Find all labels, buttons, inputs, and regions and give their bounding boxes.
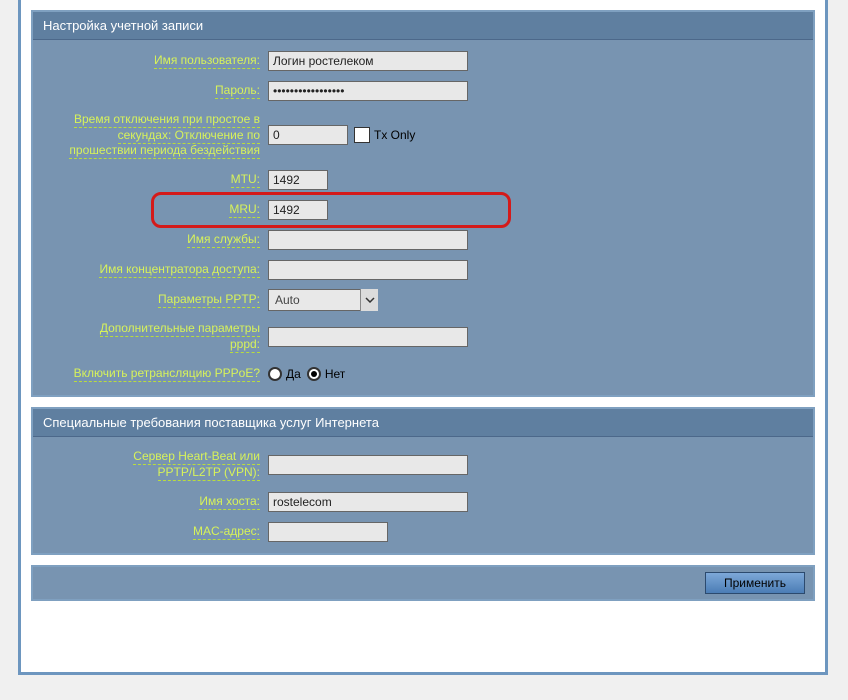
row-relay: Включить ретрансляцию PPPoE? Да Нет xyxy=(33,359,813,389)
concentrator-label: Имя концентратора доступа: xyxy=(43,260,268,280)
password-label: Пароль: xyxy=(43,81,268,101)
account-settings-header: Настройка учетной записи xyxy=(33,12,813,40)
mtu-label: MTU: xyxy=(43,170,268,190)
config-window: Настройка учетной записи Имя пользовател… xyxy=(18,0,828,675)
apply-button[interactable]: Применить xyxy=(705,572,805,594)
account-settings-panel: Настройка учетной записи Имя пользовател… xyxy=(31,10,815,397)
username-label: Имя пользователя: xyxy=(43,51,268,71)
relay-no-radio[interactable] xyxy=(307,367,321,381)
row-password: Пароль: xyxy=(33,76,813,106)
mru-label: MRU: xyxy=(43,200,268,220)
hostname-input[interactable] xyxy=(268,492,468,512)
heartbeat-label: Сервер Heart-Beat или PPTP/L2TP (VPN): xyxy=(43,447,268,482)
account-settings-body: Имя пользователя: Пароль: Время отключен… xyxy=(33,40,813,395)
chevron-down-icon xyxy=(360,289,378,311)
footer-bar: Применить xyxy=(31,565,815,601)
row-pptp: Параметры PPTP: Auto xyxy=(33,285,813,315)
pptp-label: Параметры PPTP: xyxy=(43,290,268,310)
service-label: Имя службы: xyxy=(43,230,268,250)
pppd-input[interactable] xyxy=(268,327,468,347)
radio-dot-icon xyxy=(311,371,317,377)
row-concentrator: Имя концентратора доступа: xyxy=(33,255,813,285)
mtu-input[interactable] xyxy=(268,170,328,190)
idle-input[interactable] xyxy=(268,125,348,145)
password-input[interactable] xyxy=(268,81,468,101)
row-username: Имя пользователя: xyxy=(33,46,813,76)
relay-label: Включить ретрансляцию PPPoE? xyxy=(43,364,268,384)
row-hostname: Имя хоста: xyxy=(33,487,813,517)
pppd-label: Дополнительные параметры pppd: xyxy=(43,319,268,354)
row-heartbeat: Сервер Heart-Beat или PPTP/L2TP (VPN): xyxy=(33,443,813,487)
mac-label: MAC-адрес: xyxy=(43,522,268,542)
heartbeat-input[interactable] xyxy=(268,455,468,475)
row-pppd: Дополнительные параметры pppd: xyxy=(33,315,813,359)
hostname-label: Имя хоста: xyxy=(43,492,268,512)
username-input[interactable] xyxy=(268,51,468,71)
isp-requirements-header: Специальные требования поставщика услуг … xyxy=(33,409,813,437)
row-mtu: MTU: xyxy=(33,165,813,195)
isp-requirements-body: Сервер Heart-Beat или PPTP/L2TP (VPN): И… xyxy=(33,437,813,553)
idle-label: Время отключения при простое в секундах:… xyxy=(43,110,268,161)
txonly-checkbox[interactable] xyxy=(354,127,370,143)
relay-no-label: Нет xyxy=(325,367,345,381)
relay-yes-radio[interactable] xyxy=(268,367,282,381)
service-input[interactable] xyxy=(268,230,468,250)
row-mru: MRU: xyxy=(33,195,813,225)
row-service: Имя службы: xyxy=(33,225,813,255)
concentrator-input[interactable] xyxy=(268,260,468,280)
row-idle: Время отключения при простое в секундах:… xyxy=(33,106,813,165)
pptp-select[interactable]: Auto xyxy=(268,289,378,311)
mru-input[interactable] xyxy=(268,200,328,220)
isp-requirements-panel: Специальные требования поставщика услуг … xyxy=(31,407,815,555)
relay-yes-label: Да xyxy=(286,367,301,381)
row-mac: MAC-адрес: xyxy=(33,517,813,547)
txonly-label: Tx Only xyxy=(374,128,415,142)
mac-input[interactable] xyxy=(268,522,388,542)
